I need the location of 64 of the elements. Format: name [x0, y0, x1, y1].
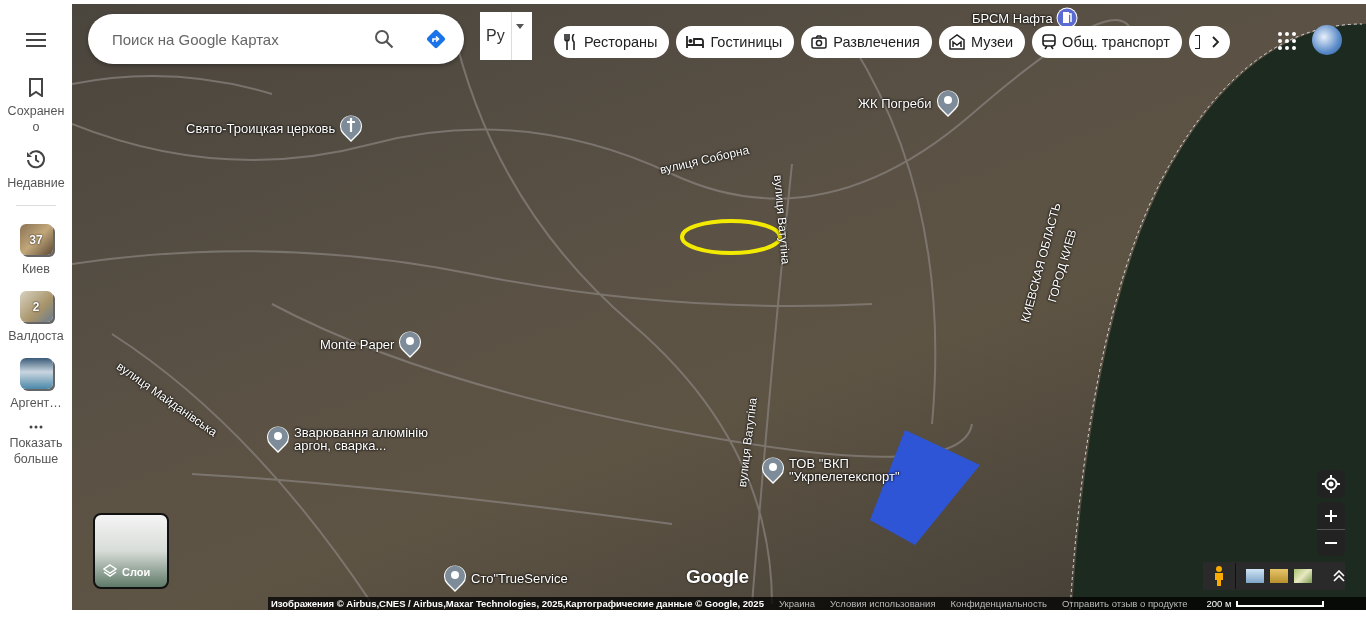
footer-link[interactable]: Конфиденциальность [950, 598, 1047, 609]
map-type-thumbnail[interactable] [1270, 569, 1288, 583]
street-label: вулиця Ватутіна [735, 397, 760, 488]
recent-place[interactable]: Аргент… [2, 358, 70, 411]
recent-place[interactable]: 2 Валдоста [2, 291, 70, 344]
place-label[interactable]: Свято-Троицкая церковь [186, 121, 336, 135]
satellite-map[interactable] [72, 4, 1366, 610]
footer-link[interactable]: Отправить отзыв о продукте [1061, 598, 1188, 609]
camera-icon [811, 35, 828, 49]
category-chip[interactable]: Общ. транспорт [1032, 26, 1182, 58]
train-icon [1042, 34, 1057, 50]
language-dropdown[interactable]: Ру [480, 12, 532, 60]
google-logo: Google [686, 566, 749, 588]
scroll-chips-button[interactable] [1189, 26, 1230, 58]
map-pin-icon[interactable] [265, 424, 291, 454]
place-thumbnail [19, 358, 53, 389]
footer-link[interactable]: Условия использования [830, 598, 936, 609]
map-type-thumbnail[interactable] [1294, 569, 1312, 583]
more-icon [29, 425, 43, 429]
category-chip[interactable]: Гостиницы [676, 26, 795, 58]
scale-label[interactable]: 200 м [1206, 598, 1232, 609]
location-target-icon [1322, 475, 1340, 493]
category-chip[interactable]: Развлечения [801, 26, 932, 58]
chevron-right-icon [1212, 36, 1220, 48]
category-chip[interactable]: Музеи [938, 26, 1026, 58]
search-icon[interactable] [374, 29, 394, 49]
sidebar-item[interactable]: Сохранено [2, 78, 70, 135]
place-label[interactable]: Сто"TrueService [471, 571, 568, 585]
show-more-button[interactable]: Показать больше [2, 425, 70, 467]
place-thumbnail: 2 [19, 291, 53, 322]
map-pin-icon[interactable] [760, 455, 786, 485]
map-pin-icon[interactable] [397, 329, 424, 359]
place-label[interactable]: Monte Paper [320, 337, 395, 351]
minus-icon [1325, 542, 1337, 544]
footer-link[interactable]: Украина [778, 598, 816, 609]
sidebar-item[interactable]: Недавние [2, 149, 70, 191]
plus-icon [1325, 509, 1337, 522]
place-label[interactable]: Зварювання алюмінію аргон, сварка... [294, 426, 459, 452]
menu-icon [26, 33, 46, 47]
history-icon [26, 149, 46, 169]
account-avatar[interactable] [1312, 25, 1342, 55]
church-pin-icon[interactable] [338, 113, 365, 143]
my-location-button[interactable] [1317, 470, 1345, 498]
museum-icon [948, 34, 965, 50]
place-thumbnail: 37 [19, 224, 53, 255]
map-pin-icon[interactable] [934, 88, 961, 118]
recent-place[interactable]: 37 Киев [2, 224, 70, 277]
pegman-icon[interactable] [1213, 566, 1225, 586]
cutlery-icon [564, 34, 578, 50]
bed-icon [686, 36, 705, 48]
map-type-thumbnail[interactable] [1246, 569, 1264, 583]
place-label[interactable]: ЖК Погреби [858, 96, 932, 110]
place-label[interactable]: БРСМ Нафта [972, 11, 1053, 25]
street-label: вулиця Ватутіна [771, 174, 793, 266]
imagery-attribution: Изображения © Airbus,CNES / Airbus,Maxar Technologies, 2025,Картографические данные © Google, 2025 [271, 598, 764, 609]
street-label: вулиця Соборна [658, 142, 751, 177]
map-pin-icon[interactable] [442, 563, 468, 593]
category-chip[interactable]: Рестораны [554, 26, 670, 58]
apps-grid-icon[interactable] [1278, 32, 1296, 50]
expand-up-icon[interactable] [1333, 570, 1345, 582]
layers-icon [103, 564, 117, 578]
search-field[interactable]: Поиск на Google Картах [88, 14, 464, 64]
bookmark-icon [29, 78, 43, 97]
caret-icon [515, 24, 524, 29]
